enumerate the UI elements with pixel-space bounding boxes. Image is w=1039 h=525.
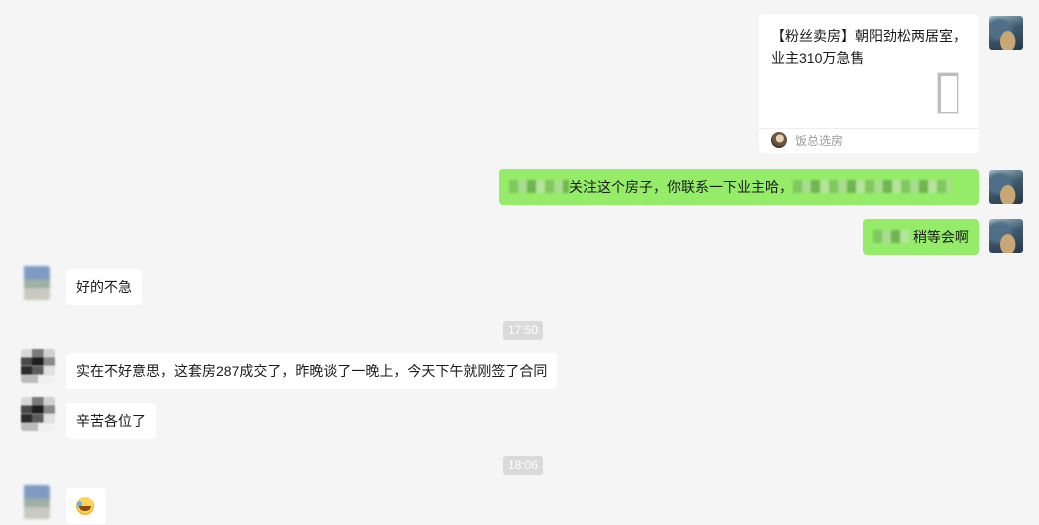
- source-avatar-icon: [771, 132, 787, 148]
- message-bubble-outgoing[interactable]: 稍等会啊: [863, 219, 979, 255]
- card-title: 【粉丝卖房】朝阳劲松两居室，业主310万急售: [771, 28, 967, 66]
- floor-plan-thumbnail: [937, 72, 959, 114]
- message-bubble-outgoing[interactable]: 关注这个房子，你联系一下业主哈，: [499, 169, 979, 205]
- card-source-label: 饭总选房: [795, 134, 844, 148]
- redacted-text: [793, 180, 951, 194]
- contact-avatar[interactable]: [21, 397, 55, 431]
- message-text: 实在不好意思，这套房287成交了，昨晚谈了一晚上，今天下午就刚签了合同: [76, 363, 548, 379]
- redacted-text: [509, 180, 569, 194]
- message-text: 关注这个房子，你联系一下业主哈，: [569, 179, 793, 195]
- message-bubble-incoming[interactable]: 辛苦各位了: [66, 403, 156, 439]
- my-avatar[interactable]: [989, 219, 1023, 253]
- contact-avatar[interactable]: [16, 485, 50, 519]
- redacted-text: [873, 230, 909, 244]
- message-text: 稍等会啊: [912, 229, 969, 245]
- laughing-tears-emoji: [76, 496, 94, 515]
- message-bubble-incoming[interactable]: 实在不好意思，这套房287成交了，昨晚谈了一晚上，今天下午就刚签了合同: [66, 353, 558, 389]
- message-bubble-incoming[interactable]: [66, 488, 106, 524]
- message-text: 辛苦各位了: [76, 413, 146, 429]
- contact-avatar[interactable]: [21, 349, 55, 383]
- my-avatar[interactable]: [989, 170, 1023, 204]
- contact-avatar[interactable]: [16, 266, 50, 300]
- message-bubble-incoming[interactable]: 好的不急: [66, 269, 142, 305]
- shared-listing-card[interactable]: 【粉丝卖房】朝阳劲松两居室，业主310万急售 饭总选房: [759, 14, 979, 153]
- card-divider: [759, 128, 979, 129]
- timestamp: 17:50: [503, 321, 544, 340]
- my-avatar[interactable]: [989, 16, 1023, 50]
- message-text: 好的不急: [76, 279, 132, 295]
- timestamp: 18:06: [503, 456, 544, 475]
